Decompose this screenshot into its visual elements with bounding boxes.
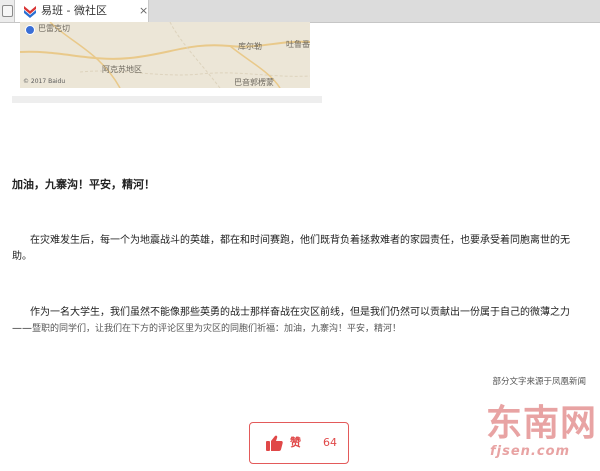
map-logo: © 2017 Baidu [23, 78, 66, 85]
tab-close-icon[interactable]: × [139, 4, 148, 18]
watermark-text: 东南网 [486, 403, 598, 444]
map-location-marker [25, 25, 35, 35]
fjsen-watermark-logo: 东南网 fjsen.com [486, 404, 596, 466]
thumbs-up-icon [266, 435, 283, 451]
yiban-logo-icon [24, 6, 36, 18]
article-paragraph: 在灾难发生后，每一个为地震战斗的英雄，都在和时间赛跑，他们既背负着拯救难者的家园… [12, 235, 570, 262]
tab-strip-menu-button[interactable] [0, 0, 15, 22]
map-label: 库尔勒 [238, 42, 262, 51]
article-paragraph: 作为一名大学生，我们虽然不能像那些英勇的战士那样奋战在灾区前线，但是我们仍然可以… [12, 305, 588, 337]
image-caption-bar [12, 96, 322, 103]
browser-tab-bar: 易班 - 微社区 × [0, 0, 600, 23]
like-label: 赞 [290, 436, 301, 449]
paragraph-tail-text: 暨职的同学们，让我们在下方的评论区里为灾区的同胞们祈福：加油，九寨沟！平安，精河… [32, 324, 402, 334]
like-count: 64 [323, 436, 337, 449]
window-icon [2, 5, 13, 17]
like-button[interactable]: 赞 64 [249, 422, 349, 464]
watermark-sub: fjsen.com [490, 444, 571, 459]
map-label: 阿克苏地区 [102, 65, 142, 74]
browser-tab[interactable]: 易班 - 微社区 × [15, 0, 149, 22]
article-heading: 加油，九寨沟！平安，精河！ [12, 178, 155, 191]
tab-title: 易班 - 微社区 [41, 4, 107, 17]
map-label: 巴雷克切 [38, 24, 70, 33]
earthquake-map-image: 巴雷克切 阿克苏地区 库尔勒 吐鲁番 巴音郭楞蒙 © 2017 Baidu [20, 22, 310, 88]
map-label: 吐鲁番 [286, 40, 310, 49]
map-label: 巴音郭楞蒙 [234, 78, 274, 87]
source-note: 部分文字来源于凤凰新闻 [492, 377, 586, 387]
